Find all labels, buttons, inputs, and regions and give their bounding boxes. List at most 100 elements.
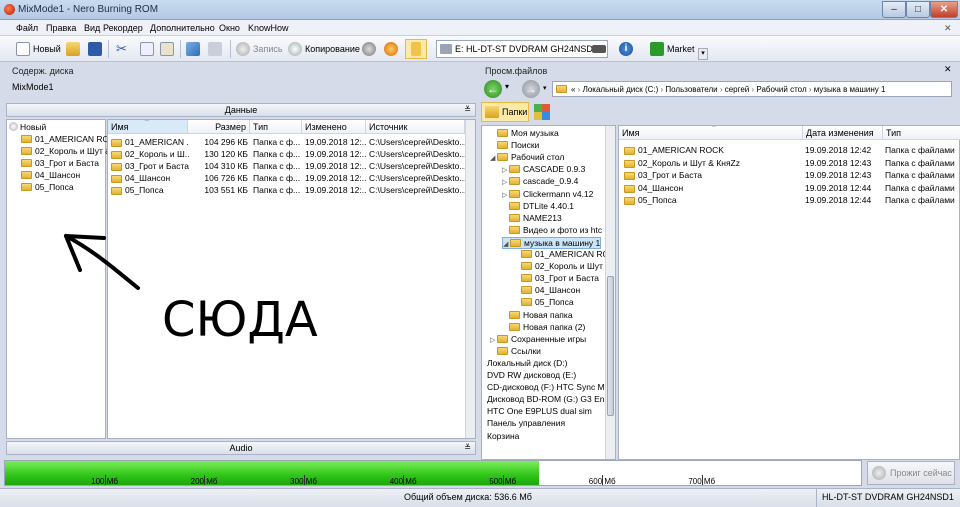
menu-extras[interactable]: Дополнительно <box>150 23 215 33</box>
paste-button[interactable] <box>160 40 174 58</box>
tree-folder[interactable]: 04_Шансон <box>21 170 80 182</box>
tree-item[interactable]: Видео и фото из htc <box>502 225 602 237</box>
menu-view[interactable]: Вид <box>84 23 100 33</box>
breadcrumb-separator-icon[interactable]: › <box>575 85 582 94</box>
tree-folder[interactable]: 02_Король и Шут & <box>21 146 111 158</box>
tree-folder[interactable]: 05_Попса <box>21 182 74 194</box>
table-row[interactable]: 01_AMERICAN ROCK 19.09.2018 12:42 Папка с … <box>619 145 959 157</box>
breadcrumb-item[interactable]: Пользователи <box>665 85 717 94</box>
tree-folder[interactable]: 01_AMERICAN ROCK <box>21 134 121 146</box>
table-row[interactable]: 05_Попса 103 551 КБ Папка с ф... 19.09.2018… <box>108 185 465 197</box>
tree-item[interactable]: 04_Шансон <box>514 285 580 297</box>
tree-root[interactable]: Новый <box>9 122 46 134</box>
close-browser-icon[interactable]: ✕ <box>944 64 952 75</box>
tree-item[interactable]: 03_Грот и Баста <box>514 273 599 285</box>
forward-arrow-icon[interactable]: → <box>522 80 540 98</box>
menu-window[interactable]: Окно <box>219 23 240 33</box>
menu-file[interactable]: Файл <box>16 23 38 33</box>
copy-disc-button[interactable]: Копирование <box>288 40 360 58</box>
tree-item[interactable]: Ссылки <box>490 346 541 358</box>
drive-select[interactable]: E: HL-DT-ST DVDRAM GH24NSD1 <box>436 40 608 58</box>
tree-item[interactable]: Корзина <box>482 431 519 443</box>
column-header-modified[interactable]: Изменено <box>302 120 366 134</box>
tree-item[interactable]: CD-дисковод (F:) HTC Sync Manag <box>482 382 615 394</box>
breadcrumb-item[interactable]: Локальный диск (C:) <box>583 85 659 94</box>
tree-item[interactable]: 01_AMERICAN RO <box>514 249 609 261</box>
tree-item[interactable]: Дисковод BD-ROM (G:) G3 Enhance <box>482 394 615 406</box>
column-header-size[interactable]: Размер <box>188 120 250 134</box>
collapse-chevron-icon[interactable]: ≚ <box>464 104 471 116</box>
tree-item[interactable]: Моя музыка <box>490 128 559 140</box>
tree-item[interactable]: Новая папка (2) <box>502 322 585 334</box>
table-row[interactable]: 03_Грот и Баста 19.09.2018 12:43 Папка с ф… <box>619 170 959 182</box>
tree-item[interactable]: HTC One E9PLUS dual sim <box>482 406 592 418</box>
save-button[interactable] <box>88 40 102 58</box>
drive-info-button[interactable] <box>362 40 376 58</box>
copy-button[interactable] <box>140 40 154 58</box>
burn-now-button[interactable]: Прожиг сейчас <box>867 461 955 485</box>
drive-options-button[interactable] <box>592 40 606 58</box>
breadcrumb-item[interactable]: музыка в машину 1 <box>814 85 886 94</box>
breadcrumb-item[interactable]: сергей <box>725 85 750 94</box>
new-button[interactable]: Новый <box>16 40 61 58</box>
expand-toggle-icon[interactable]: ◢ <box>490 154 497 162</box>
column-header-source[interactable]: Источник <box>366 120 465 134</box>
menu-edit[interactable]: Правка <box>46 23 76 33</box>
tree-item[interactable]: ◢ Рабочий стол <box>490 152 564 164</box>
breadcrumb-separator-icon[interactable]: › <box>718 85 725 94</box>
menu-recorder[interactable]: Рекордер <box>103 23 143 33</box>
tree-item[interactable]: ◢ музыка в машину 1 <box>502 236 602 249</box>
properties-button[interactable] <box>186 40 200 58</box>
folders-toggle-button[interactable]: Папки <box>481 102 529 122</box>
file-browser-toggle[interactable] <box>405 39 427 59</box>
expand-toggle-icon[interactable]: ▷ <box>502 191 509 199</box>
address-bar[interactable]: « › Локальный диск (C:) › Пользователи ›… <box>552 81 952 97</box>
toolbar-overflow-chevron-icon[interactable]: ▾ <box>698 48 708 60</box>
table-row[interactable]: 02_Король и Шут & КняZz 19.09.2018 12:43 П… <box>619 158 959 170</box>
table-row[interactable]: 04_Шансон 106 726 КБ Папка с ф... 19.09.201… <box>108 173 465 185</box>
table-row[interactable]: 02_Король и Ш... 130 120 КБ Папка с ф... 19… <box>108 149 465 161</box>
burn-button[interactable]: Запись <box>236 40 283 58</box>
tree-item[interactable]: ▷ Сохраненные игры <box>490 334 586 346</box>
menu-knowhow[interactable]: KnowHow <box>248 23 289 33</box>
table-row[interactable]: 05_Попса 19.09.2018 12:44 Папка с файлами <box>619 195 959 207</box>
tree-item[interactable]: ▷ CASCADE 0.9.3 <box>502 164 585 176</box>
tree-item[interactable]: Поиски <box>490 140 539 152</box>
data-section-strip[interactable]: Данные ≚ <box>6 103 476 117</box>
history-dropdown-icon[interactable]: ▾ <box>505 82 509 91</box>
tree-item[interactable]: Локальный диск (D:) <box>482 358 567 370</box>
tree-item[interactable]: DVD RW дисковод (E:) <box>482 370 576 382</box>
view-mode-icon[interactable] <box>534 104 550 120</box>
table-row[interactable]: 03_Грот и Баста 104 310 КБ Папка с ф... 19.… <box>108 161 465 173</box>
info-button[interactable]: i <box>619 40 633 58</box>
menu-close-doc-icon[interactable]: ✕ <box>944 23 952 34</box>
breadcrumb-item[interactable]: Рабочий стол <box>756 85 806 94</box>
tree-item[interactable]: NAME213 <box>502 213 562 225</box>
expand-chevron-icon[interactable]: ≚ <box>464 442 471 454</box>
market-button[interactable]: Market <box>650 40 695 58</box>
expand-toggle-icon[interactable]: ▷ <box>502 178 509 186</box>
expand-toggle-icon[interactable]: ◢ <box>503 240 510 248</box>
vertical-scrollbar[interactable] <box>465 120 475 438</box>
tree-item[interactable]: 05_Попса <box>514 297 574 309</box>
table-row[interactable]: 04_Шансон 19.09.2018 12:44 Папка с файлами <box>619 183 959 195</box>
expand-toggle-icon[interactable]: ▷ <box>490 336 497 344</box>
recent-dropdown-icon[interactable]: ▾ <box>543 84 547 92</box>
tree-item[interactable]: 02_Король и Шут <box>514 261 603 273</box>
column-header-type[interactable]: Тип <box>250 120 302 134</box>
column-header-type[interactable]: Тип <box>883 126 960 140</box>
column-header-name[interactable]: Имя ⌃ <box>619 126 803 140</box>
erase-button[interactable] <box>208 40 222 58</box>
maximize-button[interactable]: □ <box>906 1 930 18</box>
eject-button[interactable] <box>384 40 398 58</box>
expand-toggle-icon[interactable]: ▷ <box>502 166 509 174</box>
tree-folder[interactable]: 03_Грот и Баста <box>21 158 99 170</box>
tree-item[interactable]: ▷ Clickermann v4.12 <box>502 189 593 201</box>
audio-section-strip[interactable]: Audio ≚ <box>6 441 476 455</box>
tree-item[interactable]: Новая папка <box>502 310 573 322</box>
breadcrumb-separator-icon[interactable]: › <box>807 85 814 94</box>
tree-item[interactable]: DTLite 4.40.1 <box>502 201 574 213</box>
tree-scroll-thumb[interactable] <box>607 276 614 416</box>
tree-item[interactable]: Панель управления <box>482 418 565 430</box>
column-header-date[interactable]: Дата изменения <box>803 126 883 140</box>
